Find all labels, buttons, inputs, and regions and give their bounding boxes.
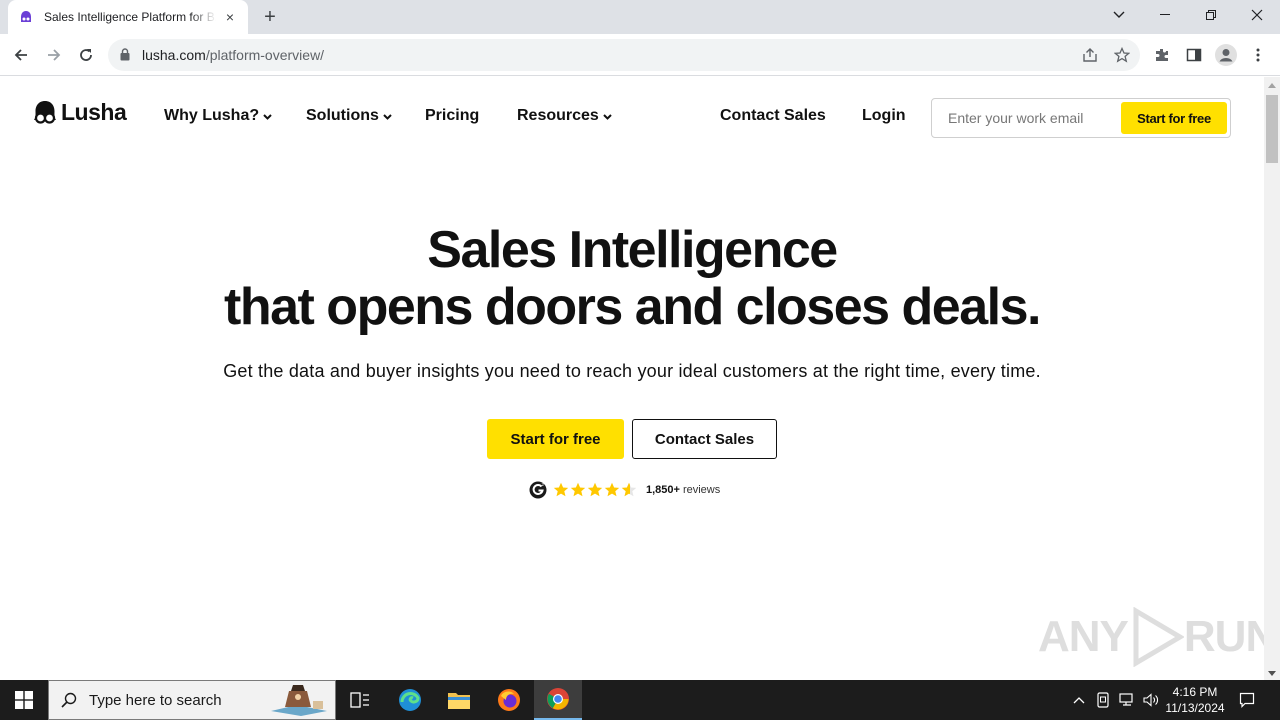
nav-resources-label: Resources [517,107,599,124]
chevron-down-icon [383,114,392,120]
hero-title-line2: that opens doors and closes deals. [224,278,1041,336]
search-icon [61,692,77,708]
file-explorer-icon[interactable] [435,680,483,720]
anyrun-watermark: ANY RUN [1038,607,1264,667]
star-icon [553,482,569,497]
share-icon[interactable] [1081,46,1099,64]
url-text: lusha.com/platform-overview/ [142,47,324,63]
browser-tab[interactable]: Sales Intelligence Platform for B2B × [8,0,248,34]
lusha-logo-icon [34,100,56,124]
taskbar-search-box[interactable]: Type here to search [48,680,336,720]
tray-device-icon[interactable] [1092,680,1114,720]
lusha-favicon-icon [18,9,34,25]
tab-search-icon[interactable] [1096,0,1142,30]
windows-start-icon[interactable] [0,680,48,720]
star-icon [570,482,586,497]
star-icon [587,482,603,497]
g2-reviews[interactable]: 2 1,850+ reviews [529,481,720,499]
browser-tab-strip: Sales Intelligence Platform for B2B × + [0,0,1280,34]
task-view-icon[interactable] [336,680,384,720]
review-label: reviews [682,484,721,496]
profile-avatar-icon[interactable] [1215,44,1237,66]
close-window-icon[interactable] [1234,0,1280,30]
nav-solutions-label: Solutions [306,107,379,124]
watermark-right: RUN [1183,612,1264,661]
clock-date: 11/13/2024 [1165,701,1225,715]
search-highlight-illustration-icon [271,685,327,716]
half-star-icon [621,482,637,497]
start-free-header-button[interactable]: Start for free [1121,102,1227,134]
scroll-up-arrow-icon[interactable] [1268,83,1276,88]
firefox-icon[interactable] [485,680,533,720]
page-scrollbar[interactable] [1264,77,1280,680]
hero-title: Sales Intelligence that opens doors and … [0,222,1264,336]
rating-stars [553,482,638,498]
browser-toolbar: lusha.com/platform-overview/ [0,34,1280,76]
network-icon[interactable] [1116,680,1138,720]
nav-why-lusha-label: Why Lusha? [164,107,260,124]
watermark-left: ANY [1038,612,1129,661]
hero-title-line1: Sales Intelligence [427,221,838,279]
url-domain: lusha.com [142,47,206,63]
nav-pricing[interactable]: Pricing [425,107,479,125]
new-tab-button[interactable]: + [258,6,282,28]
nav-why-lusha[interactable]: Why Lusha? [164,107,272,125]
logo-text: Lusha [61,99,127,125]
nav-resources[interactable]: Resources [517,107,612,125]
hero-subtitle: Get the data and buyer insights you need… [223,361,1041,381]
windows-taskbar: Type here to search 4:16 PM 11/13/2024 [0,680,1280,720]
url-path: /platform-overview/ [205,47,325,63]
lusha-logo[interactable]: Lusha [33,99,127,126]
nav-login[interactable]: Login [862,107,906,125]
chrome-icon[interactable] [534,680,582,720]
chevron-down-icon [603,114,612,120]
nav-contact-sales[interactable]: Contact Sales [720,107,826,125]
contact-sales-button[interactable]: Contact Sales [632,419,777,459]
extensions-icon[interactable] [1151,44,1173,66]
tab-title: Sales Intelligence Platform for B2B [44,10,216,24]
reload-icon[interactable] [73,42,99,68]
lock-icon [120,48,130,66]
clock-time: 4:16 PM [1172,685,1218,699]
web-page: Lusha Why Lusha? Solutions Pricing Resou… [0,77,1264,680]
work-email-input[interactable] [938,103,1118,133]
tab-close-icon[interactable]: × [222,9,238,25]
volume-icon[interactable] [1140,680,1162,720]
edge-icon[interactable] [386,680,434,720]
notification-center-icon[interactable] [1236,680,1258,720]
star-icon [604,482,620,497]
g2-logo-icon: 2 [529,481,547,499]
taskbar-search-text: Type here to search [89,691,222,709]
watermark-play-icon [1133,607,1184,667]
start-free-button[interactable]: Start for free [487,419,624,459]
tray-chevron-up-icon[interactable] [1068,680,1090,720]
minimize-icon[interactable] [1142,0,1188,30]
restore-icon[interactable] [1188,0,1234,30]
scroll-thumb[interactable] [1266,95,1278,163]
address-bar[interactable]: lusha.com/platform-overview/ [108,39,1140,71]
review-count: 1,850+ [646,484,680,496]
menu-kebab-icon[interactable] [1247,44,1269,66]
nav-pricing-label: Pricing [425,107,480,124]
taskbar-clock[interactable]: 4:16 PM 11/13/2024 [1160,684,1230,716]
chevron-down-icon [263,114,272,120]
bookmark-star-icon[interactable] [1113,46,1131,64]
email-signup-form: Start for free [931,98,1231,138]
back-icon[interactable] [8,42,34,68]
forward-icon[interactable] [41,42,67,68]
nav-solutions[interactable]: Solutions [306,107,392,125]
side-panel-icon[interactable] [1183,44,1205,66]
scroll-down-arrow-icon[interactable] [1268,671,1276,676]
